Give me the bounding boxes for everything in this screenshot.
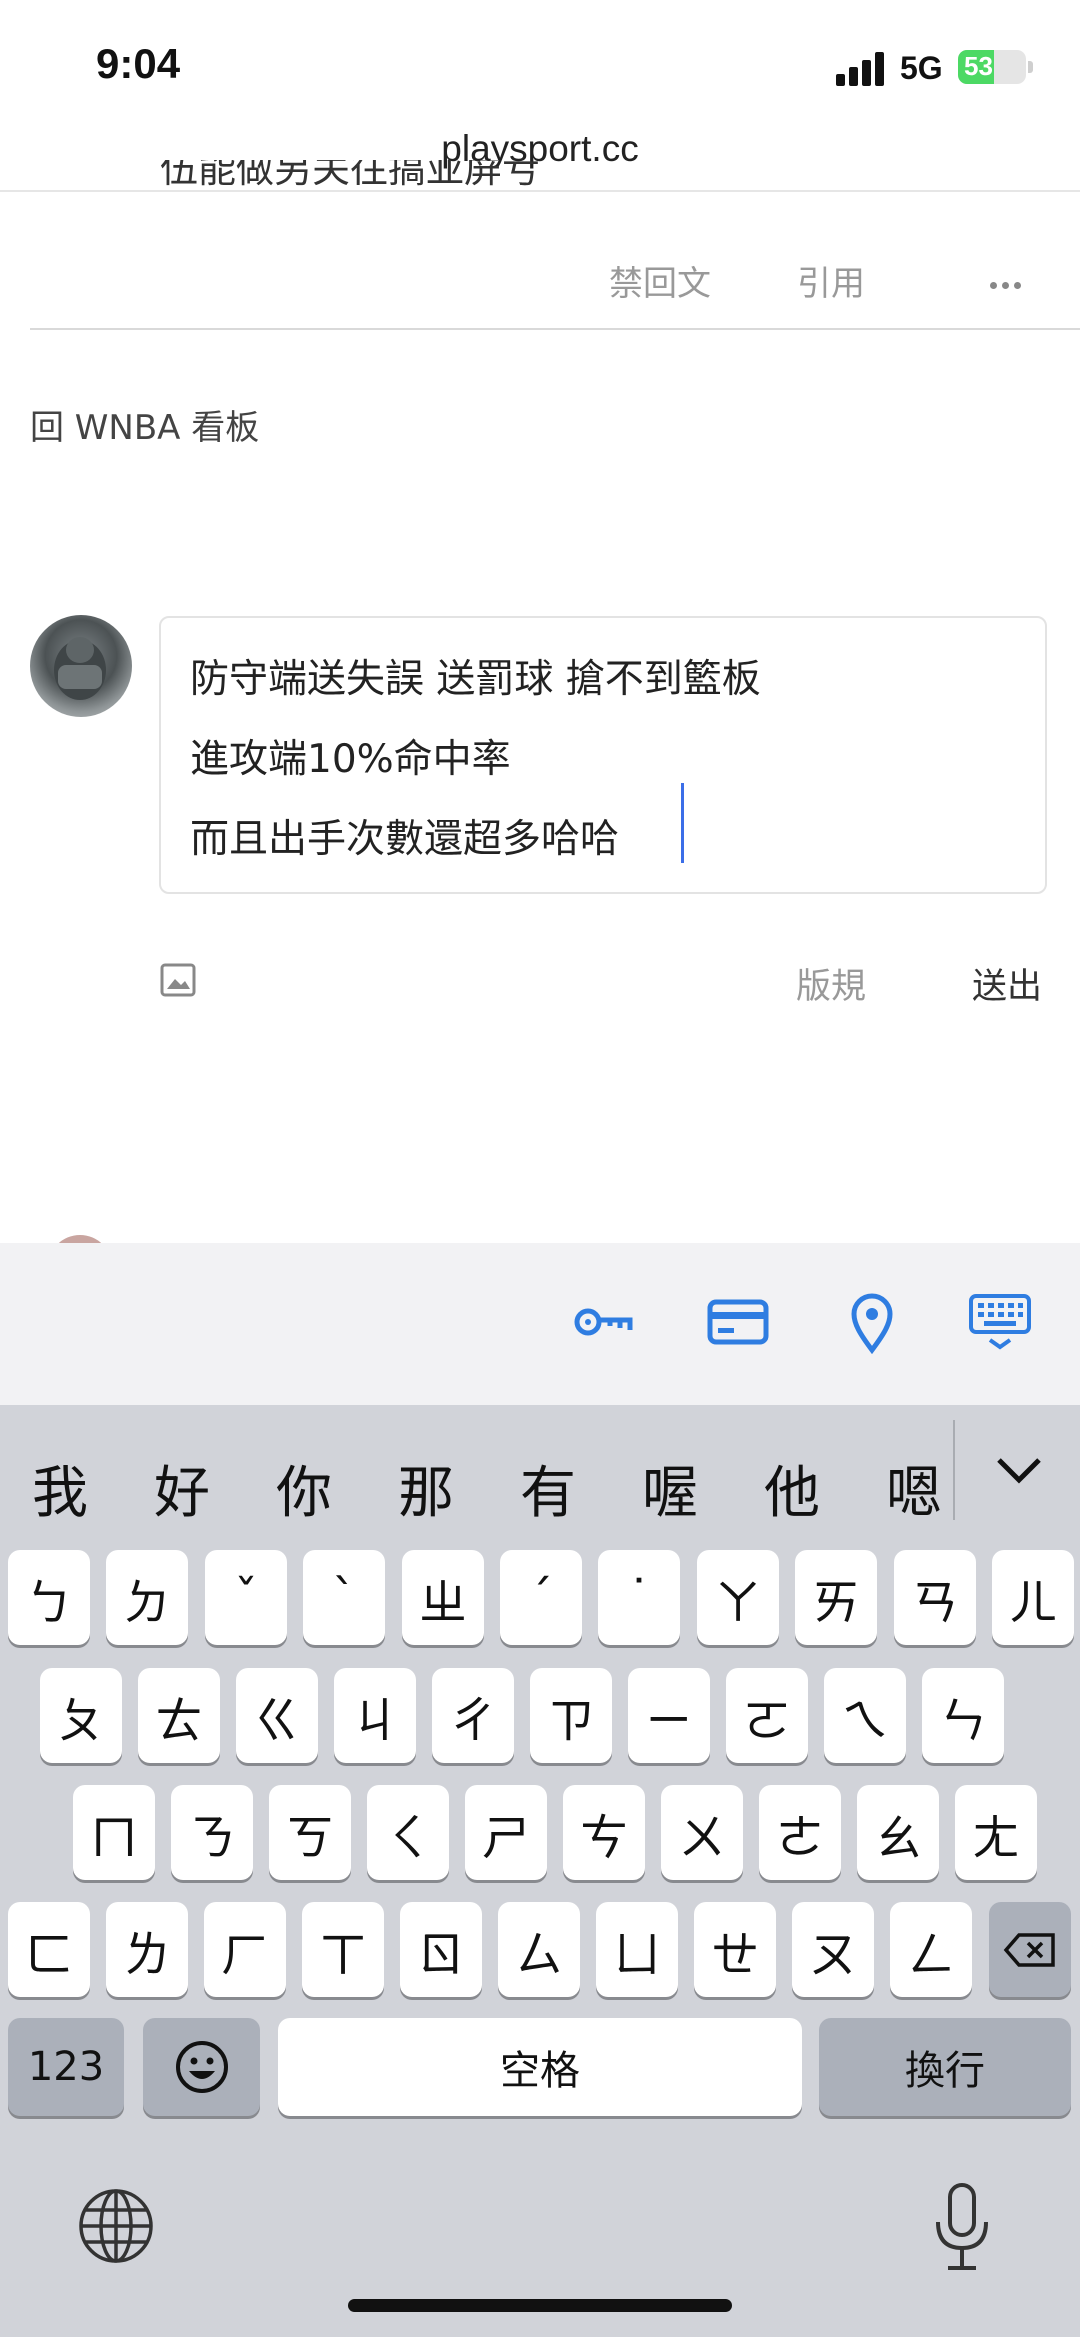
key-2-1[interactable]: ㄋ	[171, 1785, 253, 1880]
key-0-9[interactable]: ㄢ	[894, 1550, 976, 1645]
return-key[interactable]: 換行	[819, 2018, 1071, 2116]
key-2-9[interactable]: ㄤ	[955, 1785, 1037, 1880]
key-3-0[interactable]: ㄈ	[8, 1902, 90, 1997]
key-0-4[interactable]: ㄓ	[402, 1550, 484, 1645]
key-3-9[interactable]: ㄥ	[890, 1902, 972, 1997]
key-2-6[interactable]: ㄨ	[661, 1785, 743, 1880]
post-divider	[30, 328, 1080, 330]
key-0-7[interactable]: ㄚ	[697, 1550, 779, 1645]
send-button[interactable]: 送出	[972, 958, 1042, 1009]
microphone-icon[interactable]	[932, 2182, 992, 2272]
key-1-9[interactable]: ㄣ	[922, 1668, 1004, 1763]
globe-icon[interactable]	[78, 2188, 154, 2264]
key-0-0[interactable]: ㄅ	[8, 1550, 90, 1645]
status-time: 9:04	[96, 40, 181, 87]
candidate-word[interactable]: 嗯	[886, 1448, 952, 1529]
key-1-3[interactable]: ㄐ	[334, 1668, 416, 1763]
key-1-0[interactable]: ㄆ	[40, 1668, 122, 1763]
key-icon[interactable]	[572, 1290, 636, 1354]
previous-post-text: 伍能做另关往搞亚屏亏	[160, 160, 541, 191]
candidate-word[interactable]: 那	[398, 1448, 454, 1529]
space-key[interactable]: 空格	[278, 2018, 802, 2116]
text-caret	[681, 783, 684, 863]
candidate-word[interactable]: 我	[32, 1448, 88, 1529]
image-upload-icon[interactable]	[160, 963, 196, 997]
key-2-0[interactable]: ㄇ	[73, 1785, 155, 1880]
keyboard-icon[interactable]	[968, 1290, 1032, 1354]
delete-key[interactable]	[989, 1902, 1071, 1997]
home-indicator	[348, 2299, 732, 2312]
key-0-1[interactable]: ㄉ	[106, 1550, 188, 1645]
candidate-word[interactable]: 好	[154, 1448, 210, 1529]
key-2-4[interactable]: ㄕ	[465, 1785, 547, 1880]
cellular-signal-icon	[836, 50, 888, 86]
key-0-6[interactable]: ˙	[598, 1550, 680, 1645]
location-pin-icon[interactable]	[850, 1290, 894, 1354]
key-3-3[interactable]: ㄒ	[302, 1902, 384, 1997]
candidate-word[interactable]: 喔	[642, 1448, 698, 1529]
key-3-5[interactable]: ㄙ	[498, 1902, 580, 1997]
key-0-3[interactable]: ˋ	[303, 1550, 385, 1645]
key-3-2[interactable]: ㄏ	[204, 1902, 286, 1997]
candidate-word[interactable]: 你	[276, 1448, 332, 1529]
key-3-8[interactable]: ㄡ	[792, 1902, 874, 1997]
key-1-6[interactable]: ㄧ	[628, 1668, 710, 1763]
key-0-5[interactable]: ˊ	[500, 1550, 582, 1645]
more-options-icon[interactable]	[990, 274, 1026, 293]
key-2-5[interactable]: ㄘ	[563, 1785, 645, 1880]
key-2-7[interactable]: ㄜ	[759, 1785, 841, 1880]
credit-card-icon[interactable]	[706, 1290, 770, 1354]
key-3-1[interactable]: ㄌ	[106, 1902, 188, 1997]
no-reply-button[interactable]: 禁回文	[609, 256, 711, 305]
key-1-1[interactable]: ㄊ	[138, 1668, 220, 1763]
quote-button[interactable]: 引用	[797, 256, 865, 305]
key-0-10[interactable]: ㄦ	[992, 1550, 1074, 1645]
candidate-word[interactable]: 他	[764, 1448, 820, 1529]
key-1-2[interactable]: ㄍ	[236, 1668, 318, 1763]
key-0-2[interactable]: ˇ	[205, 1550, 287, 1645]
key-2-3[interactable]: ㄑ	[367, 1785, 449, 1880]
key-1-8[interactable]: ㄟ	[824, 1668, 906, 1763]
autofill-bar	[0, 1243, 1080, 1405]
key-1-4[interactable]: ㄔ	[432, 1668, 514, 1763]
battery-cap	[1028, 61, 1033, 73]
key-3-7[interactable]: ㄝ	[694, 1902, 776, 1997]
network-type: 5G	[900, 50, 943, 86]
back-to-board-link[interactable]: 回 WNBA 看板	[30, 400, 259, 449]
backspace-icon	[1003, 1932, 1055, 1967]
avatar	[30, 615, 132, 717]
numbers-key[interactable]: 123	[8, 2018, 124, 2116]
board-rules-link[interactable]: 版規	[796, 958, 866, 1009]
key-2-8[interactable]: ㄠ	[857, 1785, 939, 1880]
key-1-7[interactable]: ㄛ	[726, 1668, 808, 1763]
key-0-8[interactable]: ㄞ	[795, 1550, 877, 1645]
reply-line-3: 而且出手次數還超多哈哈	[190, 817, 620, 862]
key-3-6[interactable]: ㄩ	[596, 1902, 678, 1997]
reply-line-2: 進攻端10%命中率	[190, 737, 511, 782]
chevron-down-icon[interactable]	[993, 1450, 1045, 1490]
candidate-word[interactable]: 有	[520, 1448, 576, 1529]
emoji-icon	[175, 2041, 228, 2093]
reply-line-1: 防守端送失誤 送罰球 搶不到籃板	[190, 657, 761, 702]
battery-percent: 53	[964, 51, 993, 81]
emoji-key[interactable]	[143, 2018, 260, 2116]
key-1-5[interactable]: ㄗ	[530, 1668, 612, 1763]
key-3-4[interactable]: ㄖ	[400, 1902, 482, 1997]
battery-icon: 53	[958, 50, 1026, 84]
key-2-2[interactable]: ㄎ	[269, 1785, 351, 1880]
candidate-divider	[953, 1420, 955, 1520]
